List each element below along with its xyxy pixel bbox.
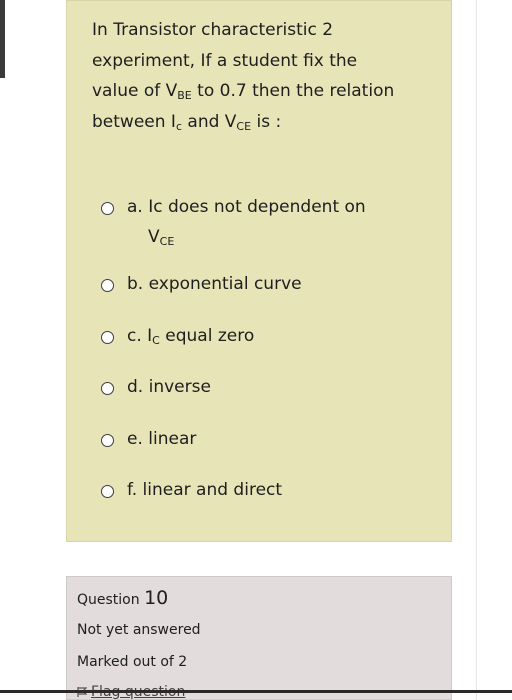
radio-option-e[interactable] xyxy=(101,434,114,447)
question-number: 10 xyxy=(144,587,169,609)
option-d[interactable]: d. inverse xyxy=(101,375,211,399)
radio-option-a[interactable] xyxy=(101,202,114,215)
question-info-card: Question 10 Not yet answered Marked out … xyxy=(66,576,452,700)
right-divider xyxy=(476,0,477,700)
left-edge-bar xyxy=(0,0,5,78)
bottom-rule xyxy=(0,690,512,693)
question-line-2: experiment, If a student fix the xyxy=(92,50,358,71)
question-line-1: In Transistor characteristic 2 xyxy=(92,20,334,40)
radio-option-c[interactable] xyxy=(101,331,114,344)
option-e-label: e. linear xyxy=(127,429,197,449)
option-f-label: f. linear and direct xyxy=(127,480,283,500)
question-line-3: value of VBE to 0.7 then the relation xyxy=(92,81,395,102)
question-label: Question xyxy=(77,592,140,608)
question-line-4: between Ic and VCE is : xyxy=(92,111,282,133)
option-c[interactable]: c. IC equal zero xyxy=(101,324,254,348)
answer-status: Not yet answered xyxy=(77,622,201,638)
radio-option-f[interactable] xyxy=(101,485,114,498)
option-a[interactable]: a. Ic does not dependent on VCE xyxy=(101,195,366,249)
option-a-label: a. Ic does not dependent on VCE xyxy=(127,197,366,248)
option-b-label: b. exponential curve xyxy=(127,274,302,294)
option-c-label: c. IC equal zero xyxy=(127,326,255,347)
option-b[interactable]: b. exponential curve xyxy=(101,272,302,296)
question-card: In Transistor characteristic 2 experimen… xyxy=(66,0,452,542)
option-f[interactable]: f. linear and direct xyxy=(101,478,282,502)
option-d-label: d. inverse xyxy=(127,377,211,397)
radio-option-b[interactable] xyxy=(101,279,114,292)
option-e[interactable]: e. linear xyxy=(101,427,196,451)
radio-option-d[interactable] xyxy=(101,382,114,395)
question-number-line: Question 10 xyxy=(77,587,168,609)
marks-info: Marked out of 2 xyxy=(77,654,188,670)
question-text: In Transistor characteristic 2 experimen… xyxy=(92,15,437,137)
